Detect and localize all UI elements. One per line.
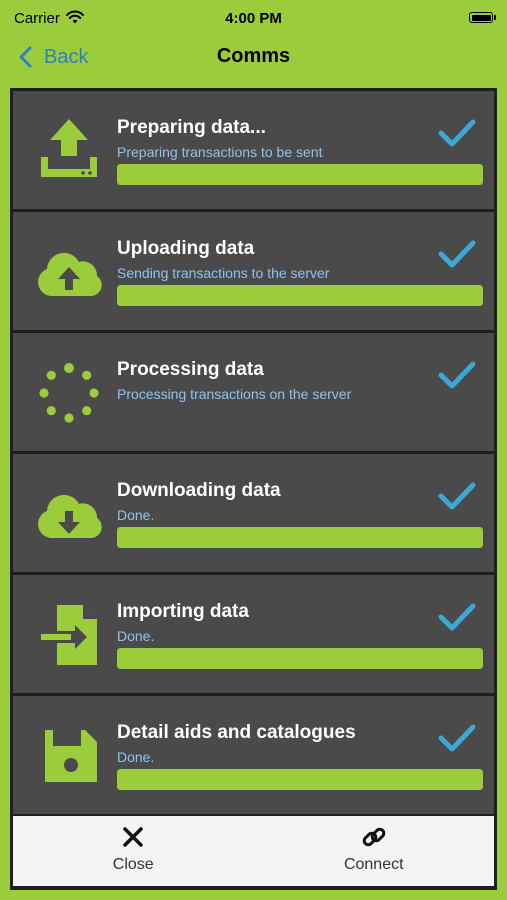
checkmark-icon [438,482,476,510]
step-row-downloading: Downloading data Done. [13,454,494,572]
close-label: Close [112,856,154,873]
spinner-icon [31,355,107,431]
status-bar: Carrier 4:00 PM [0,0,507,36]
page-title: Comms [216,45,291,67]
step-row-preparing: Preparing data... Preparing transactions… [13,91,494,209]
progress-bar [117,164,483,185]
cloud-upload-icon [31,234,107,310]
progress-bar [117,285,483,306]
close-x-icon [123,827,143,847]
step-title: Preparing data... [117,117,266,138]
step-title: Importing data [117,601,249,622]
status-time: 4:00 PM [225,10,282,27]
close-button[interactable]: Close [13,816,254,886]
checkmark-icon [438,361,476,389]
link-icon [362,827,386,847]
step-row-processing: Processing data Processing transactions … [13,333,494,451]
step-row-detail-aids: Detail aids and catalogues Done. [13,696,494,814]
step-list: Preparing data... Preparing transactions… [13,91,494,817]
step-row-uploading: Uploading data Sending transactions to t… [13,212,494,330]
step-subtitle: Preparing transactions to be sent [117,144,323,160]
step-subtitle: Done. [117,628,155,644]
nav-bar: Back Comms [0,36,507,80]
floppy-disk-icon [31,718,107,794]
checkmark-icon [438,240,476,268]
connect-button[interactable]: Connect [254,816,495,886]
battery-icon [469,12,496,23]
checkmark-icon [438,603,476,631]
comms-content: Preparing data... Preparing transactions… [10,88,497,890]
file-import-icon [31,597,107,673]
step-title: Processing data [117,359,264,380]
progress-bar [117,648,483,669]
cloud-download-icon [31,476,107,552]
upload-tray-icon [31,113,107,189]
step-row-importing: Importing data Done. [13,575,494,693]
progress-bar [117,527,483,548]
progress-bar [117,769,483,790]
checkmark-icon [438,724,476,752]
step-subtitle: Done. [117,507,155,523]
checkmark-icon [438,119,476,147]
step-title: Uploading data [117,238,255,259]
connect-label: Connect [343,856,404,873]
step-subtitle: Processing transactions on the server [117,386,352,402]
bottom-tab-bar: Close Connect [13,816,494,886]
step-subtitle: Done. [117,749,155,765]
step-subtitle: Sending transactions to the server [117,265,330,281]
step-title: Downloading data [117,480,281,501]
step-title: Detail aids and catalogues [117,722,356,743]
